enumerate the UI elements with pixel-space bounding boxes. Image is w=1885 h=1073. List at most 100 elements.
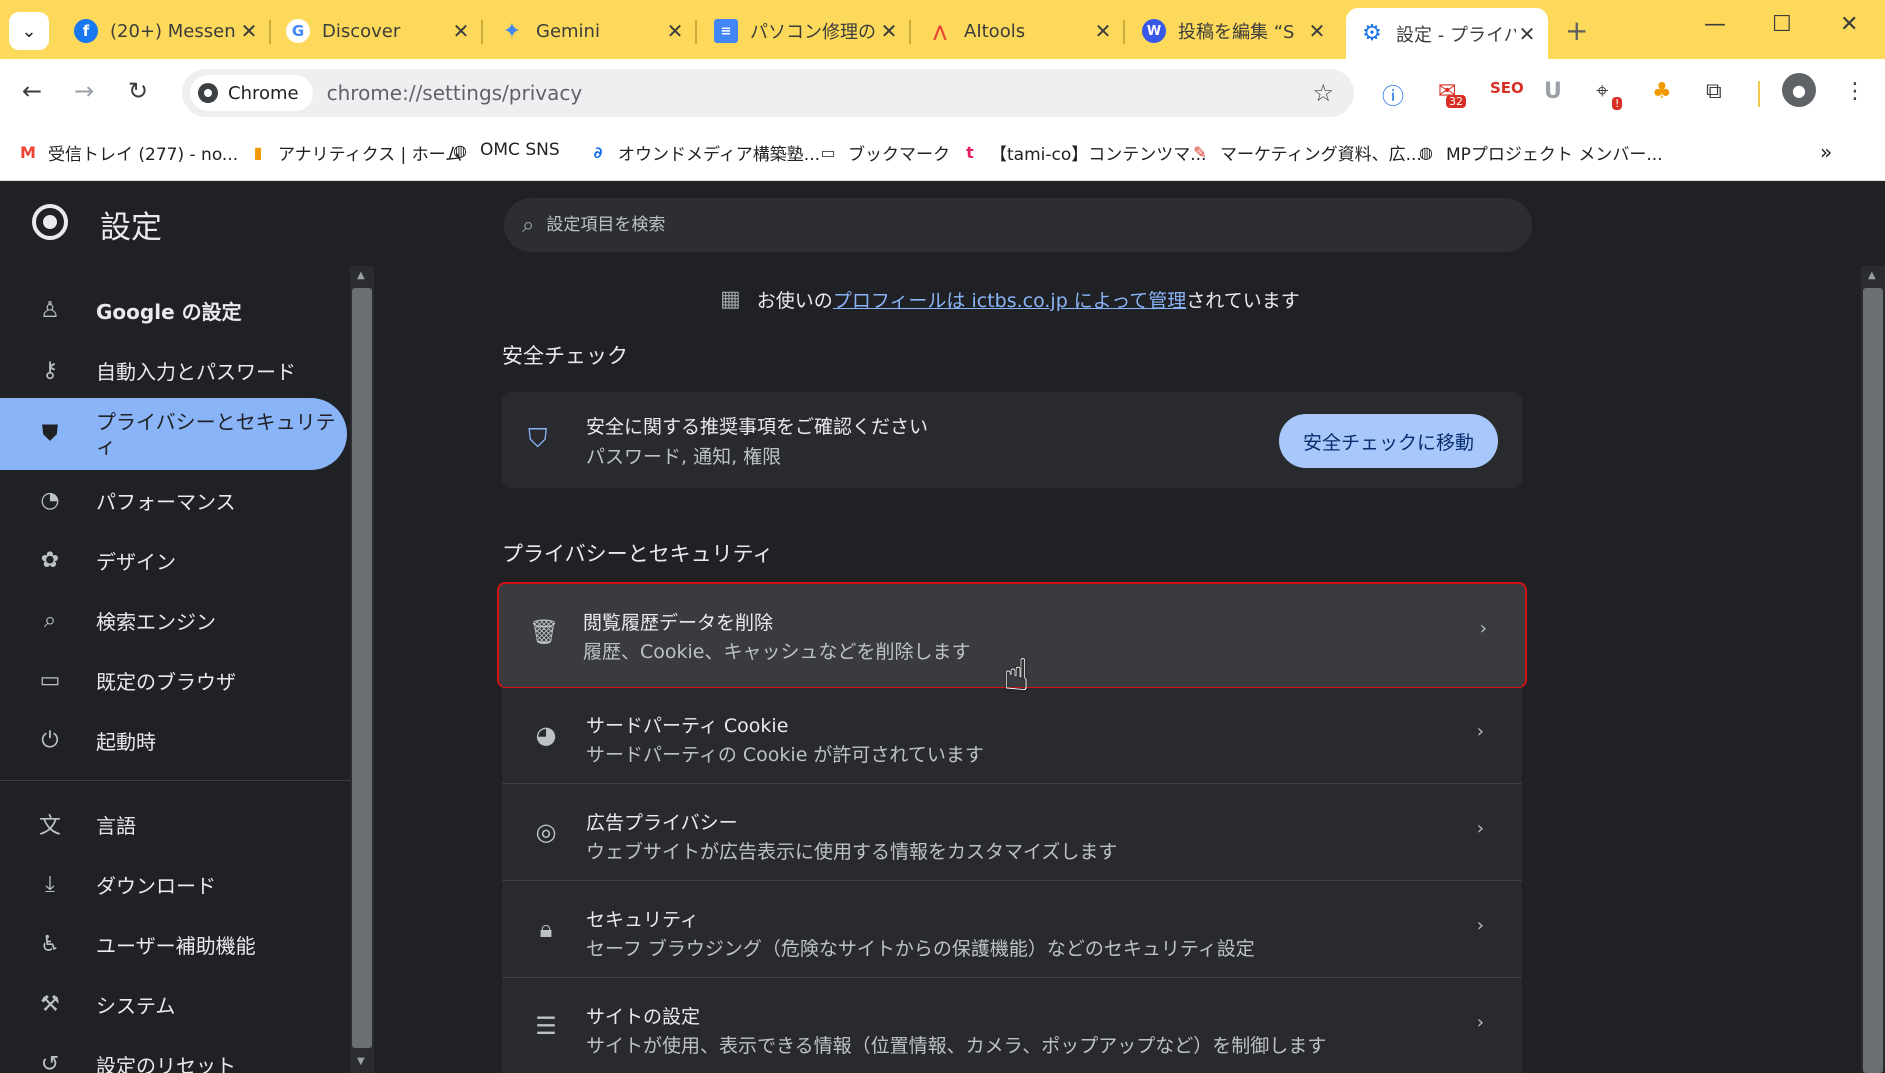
bookmark-item[interactable]: ◍ OMC SNS <box>450 140 560 160</box>
bookmarks-bar: M 受信トレイ (277) - no... ▮ アナリティクス | ホーム ◍ OMC… <box>0 128 1885 181</box>
cookie-icon: ◕ <box>535 721 557 749</box>
sidebar-item-label: 自動入力とパスワード <box>96 359 296 384</box>
close-icon[interactable]: ✕ <box>450 19 472 43</box>
palette-icon: ✿ <box>40 547 60 573</box>
bookmark-item[interactable]: ◍ MPプロジェクト メンバー... <box>1416 140 1663 165</box>
sidebar-item-appearance[interactable]: ✿ デザイン <box>0 530 347 590</box>
tab-settings[interactable]: ⚙ 設定 - プライバ ✕ <box>1346 8 1548 59</box>
reload-icon[interactable]: ↻ <box>128 77 148 105</box>
bookmark-label: OMC SNS <box>480 140 560 160</box>
close-icon[interactable]: ✕ <box>664 19 686 43</box>
bookmark-label: マーケティング資料、広... <box>1220 145 1422 165</box>
cursor-extension-icon[interactable]: ⌖ <box>1596 79 1608 104</box>
row-title: 広告プライバシー <box>586 812 738 834</box>
ad-privacy-icon: ◎ <box>535 818 557 846</box>
star-icon[interactable]: ☆ <box>1312 79 1334 107</box>
close-icon[interactable]: ✕ <box>1092 19 1114 43</box>
address-bar[interactable]: Chrome chrome://settings/privacy ☆ <box>182 69 1354 117</box>
security-row[interactable]: 🔒︎ セキュリティ セーフ ブラウジング（危険なサイトからの保護機能）などのセキ… <box>502 880 1522 976</box>
row-title: サイトの設定 <box>586 1006 701 1028</box>
bookmark-item[interactable]: ∂ オウンドメディア構築塾... <box>588 140 820 165</box>
bookmark-item[interactable]: t 【tami-co】コンテンツマ... <box>960 140 1206 165</box>
bookmark-item[interactable]: ✎ マーケティング資料、広... <box>1190 140 1422 165</box>
search-icon: ⌕ <box>522 212 535 238</box>
puzzle-icon[interactable]: ⧉ <box>1706 79 1722 104</box>
chip-label: Chrome <box>228 82 299 104</box>
minimize-icon[interactable]: — <box>1704 12 1726 37</box>
close-icon[interactable]: ✕ <box>878 19 900 43</box>
bookmark-label: MPプロジェクト メンバー... <box>1446 145 1663 165</box>
scroll-down-icon[interactable]: ▼ <box>357 1056 365 1067</box>
ad-privacy-row[interactable]: ◎ 広告プライバシー ウェブサイトが広告表示に使用する情報をカスタマイズします … <box>502 783 1522 879</box>
sidebar-item-label: ユーザー補助機能 <box>96 933 256 958</box>
search-input[interactable] <box>546 215 1447 235</box>
character-extension-icon[interactable]: ♣ <box>1652 79 1672 104</box>
scroll-up-icon[interactable]: ▲ <box>357 270 365 281</box>
seo-extension-icon[interactable]: SEO <box>1490 79 1524 97</box>
sidebar-item-google[interactable]: ♙ Google の設定 <box>0 280 347 340</box>
page-scrollbar-thumb[interactable] <box>1863 288 1883 1073</box>
cursor-badge: ! <box>1612 97 1623 110</box>
wrench-icon: ⚒ <box>40 991 60 1017</box>
scroll-up-icon[interactable]: ▲ <box>1868 270 1876 281</box>
chevron-right-double-icon[interactable]: » <box>1820 140 1832 164</box>
settings-page: 設定 ⌕ ♙ Google の設定 ⚷ 自動入力とパスワード ⛊ プライバシーとセキュ… <box>0 182 1885 1073</box>
tab-aitools[interactable]: ⋀ AItools ✕ <box>914 10 1125 52</box>
settings-search[interactable]: ⌕ <box>504 198 1532 252</box>
mail-badge: 32 <box>1446 95 1466 108</box>
sidebar-item-languages[interactable]: 文 言語 <box>0 794 347 854</box>
bookmark-folder[interactable]: ▭ ブックマーク <box>818 140 950 165</box>
sidebar-item-label: 起動時 <box>96 729 156 754</box>
tab-messenger[interactable]: f (20+) Messen ✕ <box>60 10 271 52</box>
sidebar-item-label: システム <box>96 993 176 1018</box>
key-icon: ⚷ <box>41 357 59 383</box>
sidebar-item-reset[interactable]: ↺ 設定のリセット <box>0 1034 347 1073</box>
sidebar-item-autofill[interactable]: ⚷ 自動入力とパスワード <box>0 340 347 400</box>
sidebar-item-privacy[interactable]: ⛊ プライバシーとセキュリティ <box>0 398 347 470</box>
row-subtitle: サイトが使用、表示できる情報（位置情報、カメラ、ポップアップなど）を制御します <box>586 1035 1327 1057</box>
row-subtitle: ウェブサイトが広告表示に使用する情報をカスタマイズします <box>586 841 1118 863</box>
globe-icon: ◍ <box>453 140 467 160</box>
sidebar-item-label: ダウンロード <box>96 873 216 898</box>
browser-icon: ▭ <box>39 667 61 693</box>
sidebar-item-label: Google の設定 <box>96 299 242 324</box>
u-extension-icon[interactable]: U <box>1544 79 1562 104</box>
row-title: サードパーティ Cookie <box>586 715 789 737</box>
tab-gemini[interactable]: ✦ Gemini ✕ <box>486 10 697 52</box>
tab-search-button[interactable]: ⌄ <box>9 12 49 50</box>
bookmark-item[interactable]: M 受信トレイ (277) - no... <box>18 140 238 165</box>
forward-icon[interactable]: → <box>74 77 94 105</box>
site-info-chip[interactable]: Chrome <box>190 75 313 111</box>
go-to-safety-check-button[interactable]: 安全チェックに移動 <box>1278 414 1498 468</box>
sidebar-item-performance[interactable]: ◔ パフォーマンス <box>0 470 347 530</box>
bookmark-item[interactable]: ▮ アナリティクス | ホーム <box>248 140 463 165</box>
close-icon[interactable]: ✕ <box>1516 22 1538 46</box>
url-text[interactable]: chrome://settings/privacy <box>327 81 583 105</box>
sidebar-item-on-startup[interactable]: ⏻ 起動時 <box>0 710 347 770</box>
close-icon[interactable]: ✕ <box>1306 19 1328 43</box>
tab-docs[interactable]: ≡ パソコン修理の ✕ <box>700 10 911 52</box>
sidebar-scrollbar-thumb[interactable] <box>352 288 372 1048</box>
managed-notice: ▦ お使いの プロフィールは ictbs.co.jp によって管理 されています <box>720 286 1300 313</box>
sidebar-item-downloads[interactable]: ⤓ ダウンロード <box>0 854 347 914</box>
reset-icon: ↺ <box>40 1051 60 1073</box>
new-tab-button[interactable]: + <box>1565 14 1588 47</box>
privacy-section-title: プライバシーとセキュリティ <box>502 542 774 566</box>
window-close-icon[interactable]: ✕ <box>1840 12 1858 37</box>
row-subtitle: セーフ ブラウジング（危険なサイトからの保護機能）などのセキュリティ設定 <box>586 938 1255 960</box>
kebab-menu-icon[interactable]: ⋮ <box>1844 79 1866 104</box>
sidebar-item-search-engine[interactable]: ⌕ 検索エンジン <box>0 590 347 650</box>
sidebar-item-default-browser[interactable]: ▭ 既定のブラウザ <box>0 650 347 710</box>
managed-profile-link[interactable]: プロフィールは ictbs.co.jp によって管理 <box>833 286 1186 313</box>
maximize-icon[interactable]: ☐ <box>1772 12 1792 37</box>
tab-discover[interactable]: G Discover ✕ <box>272 10 483 52</box>
close-icon[interactable]: ✕ <box>238 19 260 43</box>
avatar[interactable]: ● <box>1782 73 1816 107</box>
tab-wordpress[interactable]: W 投稿を編集 “S ✕ <box>1128 10 1338 52</box>
trash-icon: 🗑 <box>529 618 560 646</box>
password-manager-extension-icon[interactable]: ⓘ <box>1382 79 1404 111</box>
sidebar-item-accessibility[interactable]: ♿ ユーザー補助機能 <box>0 914 347 974</box>
site-settings-row[interactable]: ☰ サイトの設定 サイトが使用、表示できる情報（位置情報、カメラ、ポップアップな… <box>502 977 1522 1073</box>
back-icon[interactable]: ← <box>22 77 42 105</box>
sidebar-item-system[interactable]: ⚒ システム <box>0 974 347 1034</box>
